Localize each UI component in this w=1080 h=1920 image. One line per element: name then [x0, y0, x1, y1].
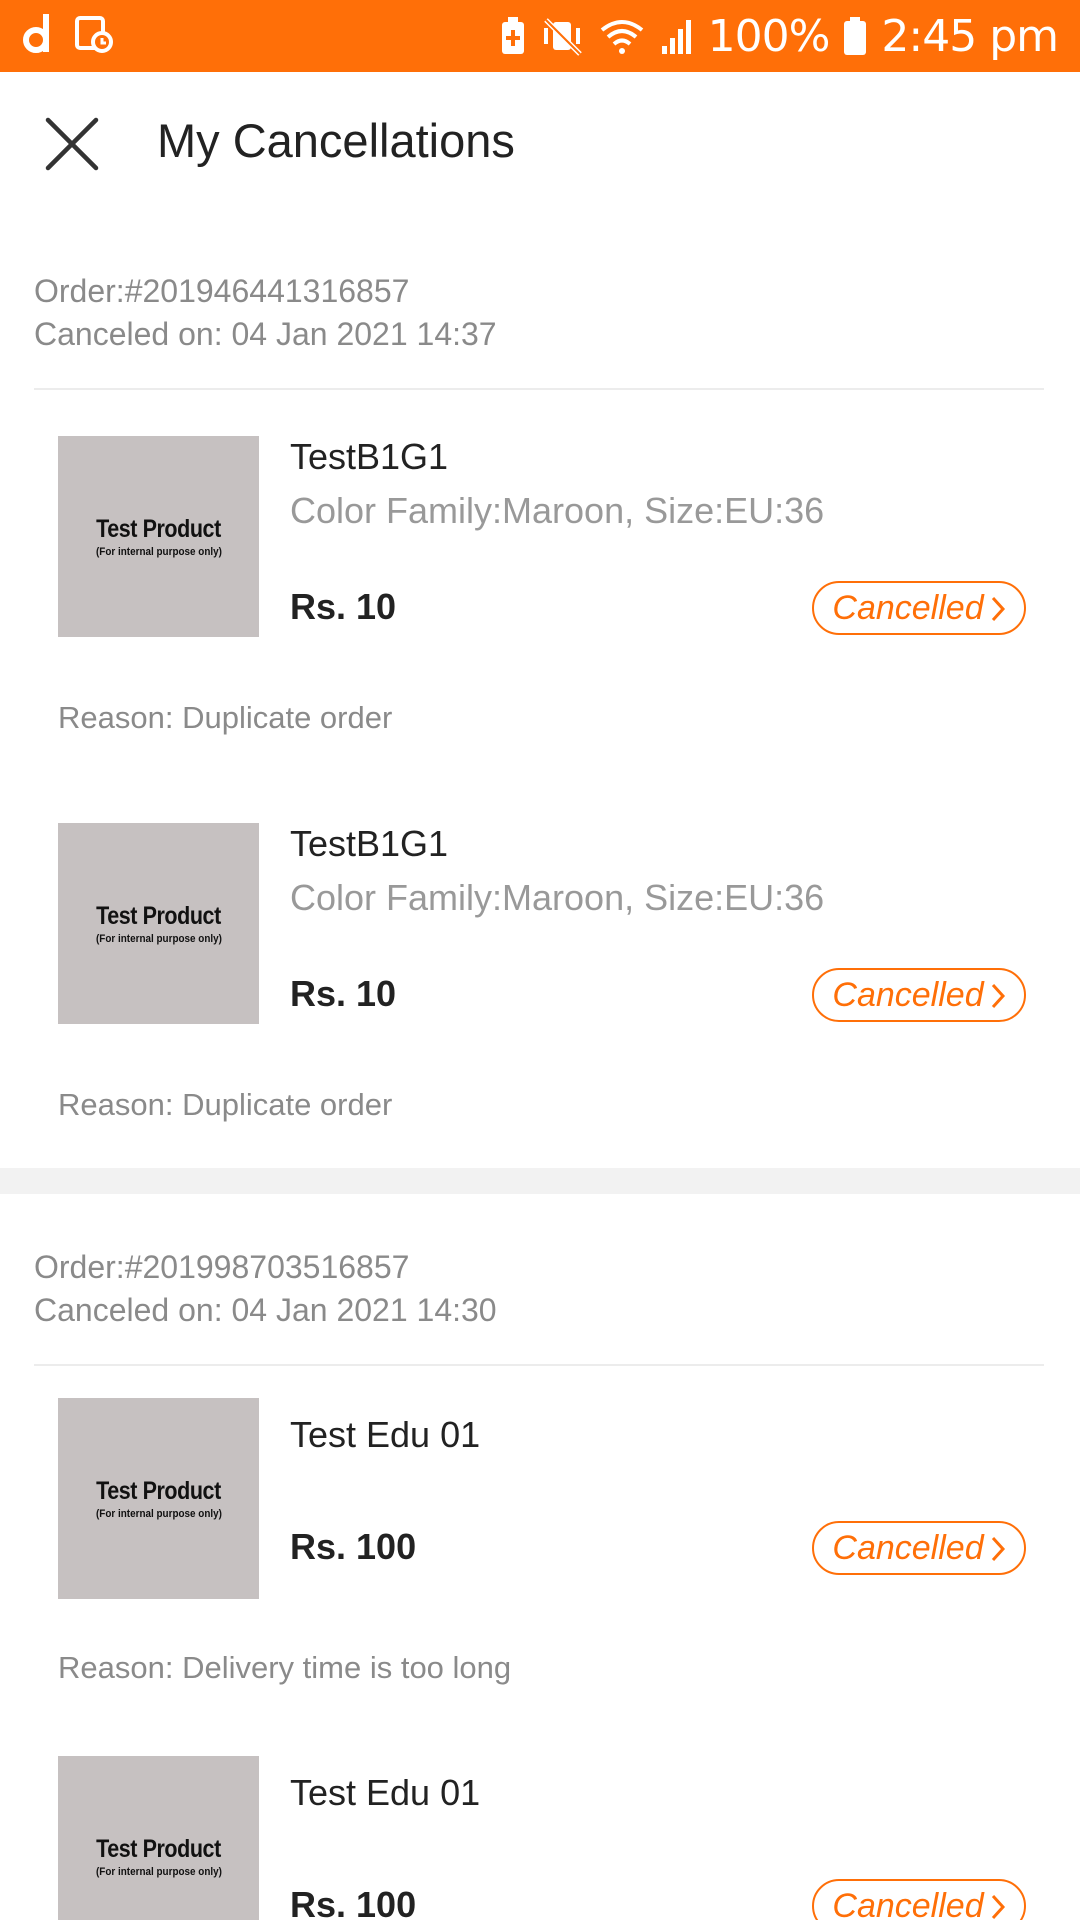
- thumbnail-subtitle: (For internal purpose only): [95, 933, 222, 945]
- thumbnail-title: Test Product: [96, 902, 221, 930]
- cancel-reason: Reason: Delivery time is too long: [58, 1650, 512, 1685]
- thumbnail-title: Test Product: [96, 515, 221, 543]
- cancelled-status-button[interactable]: Cancelled: [812, 581, 1026, 635]
- status-label: Cancelled: [832, 1886, 984, 1920]
- thumbnail-subtitle: (For internal purpose only): [95, 1508, 222, 1520]
- app-header: My Cancellations: [0, 72, 1080, 212]
- product-name: TestB1G1: [290, 436, 449, 477]
- chevron-right-icon: [991, 1894, 1005, 1920]
- page-title: My Cancellations: [157, 114, 515, 167]
- thumbnail-subtitle: (For internal purpose only): [95, 1866, 222, 1878]
- wifi-icon: [598, 16, 646, 56]
- status-bar-right: 100% 2:45 pm: [500, 6, 1059, 66]
- thumbnail-subtitle: (For internal purpose only): [95, 546, 222, 558]
- cancelled-status-button[interactable]: Cancelled: [812, 1879, 1026, 1920]
- product-price: Rs. 10: [290, 586, 397, 627]
- battery-percent: 100%: [707, 10, 831, 62]
- product-variant: Color Family:Maroon, Size:EU:36: [290, 490, 825, 531]
- cancel-reason: Reason: Duplicate order: [58, 700, 393, 735]
- product-price: Rs. 100: [290, 1526, 417, 1567]
- order-divider: [34, 388, 1044, 390]
- order-number: Order:#201998703516857: [34, 1249, 410, 1285]
- status-label: Cancelled: [832, 1528, 984, 1567]
- thumbnail-title: Test Product: [96, 1477, 221, 1505]
- status-bar-left: [22, 12, 114, 56]
- signal-icon: [660, 16, 694, 56]
- order-canceled-date: Canceled on: 04 Jan 2021 14:30: [34, 1292, 497, 1328]
- cancel-reason: Reason: Duplicate order: [58, 1087, 393, 1122]
- status-bar: 100% 2:45 pm: [0, 0, 1080, 72]
- order-separator: [0, 1168, 1080, 1194]
- product-name: TestB1G1: [290, 823, 449, 864]
- clock-calendar-icon: [74, 14, 114, 54]
- product-price: Rs. 10: [290, 973, 397, 1014]
- battery-saver-icon: [500, 16, 526, 56]
- status-label: Cancelled: [832, 975, 984, 1014]
- order-card: Order:#201998703516857 Canceled on: 04 J…: [0, 1194, 1080, 1920]
- product-price: Rs. 100: [290, 1884, 417, 1920]
- product-thumbnail[interactable]: Test Product (For internal purpose only): [58, 823, 259, 1024]
- cancelled-status-button[interactable]: Cancelled: [812, 1521, 1026, 1575]
- product-name: Test Edu 01: [290, 1772, 481, 1813]
- order-divider: [34, 1364, 1044, 1366]
- battery-icon: [843, 16, 867, 56]
- clock-time: 2:45 pm: [881, 10, 1059, 62]
- cancelled-status-button[interactable]: Cancelled: [812, 968, 1026, 1022]
- status-label: Cancelled: [832, 588, 984, 627]
- thumbnail-title: Test Product: [96, 1835, 221, 1863]
- order-canceled-date: Canceled on: 04 Jan 2021 14:37: [34, 316, 497, 352]
- chevron-right-icon: [991, 1536, 1005, 1562]
- chevron-right-icon: [991, 596, 1005, 622]
- close-icon: [45, 117, 99, 171]
- order-card: Order:#201946441316857 Canceled on: 04 J…: [0, 212, 1080, 1168]
- chevron-right-icon: [991, 983, 1005, 1009]
- product-thumbnail[interactable]: Test Product (For internal purpose only): [58, 436, 259, 637]
- product-variant: Color Family:Maroon, Size:EU:36: [290, 877, 825, 918]
- vibrate-mute-icon: [540, 16, 584, 56]
- order-number: Order:#201946441316857: [34, 273, 410, 309]
- product-thumbnail[interactable]: Test Product (For internal purpose only): [58, 1756, 259, 1920]
- product-name: Test Edu 01: [290, 1414, 481, 1455]
- product-thumbnail[interactable]: Test Product (For internal purpose only): [58, 1398, 259, 1599]
- daraz-app-icon: [22, 12, 56, 56]
- close-button[interactable]: [40, 112, 104, 176]
